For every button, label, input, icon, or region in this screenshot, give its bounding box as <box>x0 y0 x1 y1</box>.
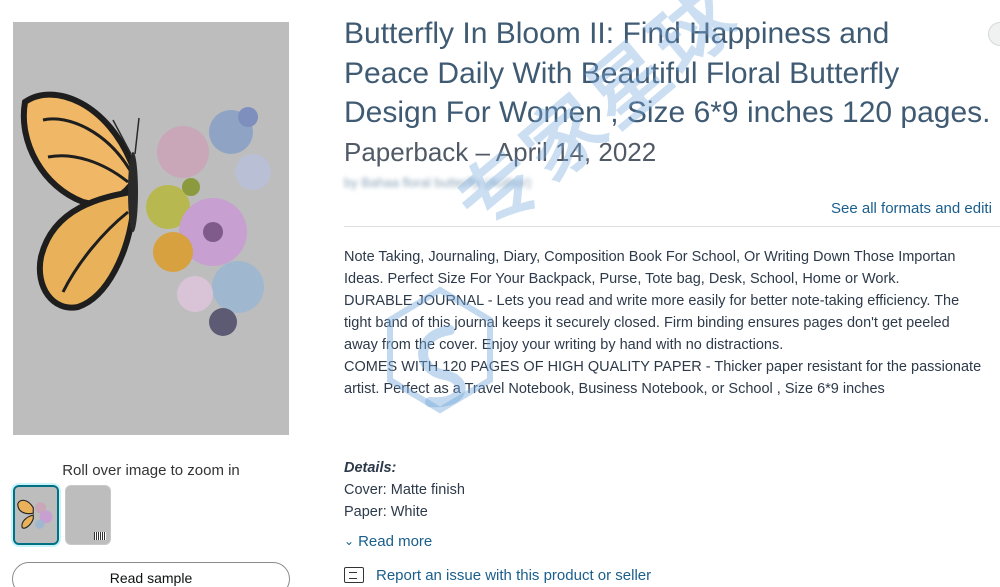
report-label: Report an issue with this product or sel… <box>376 567 652 584</box>
product-description: Note Taking, Journaling, Diary, Composit… <box>344 246 1000 400</box>
read-more-link[interactable]: ⌄ Read more <box>344 533 432 550</box>
report-flag-icon <box>344 567 364 583</box>
details-heading: Details: <box>344 460 397 476</box>
product-title: Butterfly In Bloom II: Find Happiness an… <box>344 14 1000 133</box>
description-line: COMES WITH 120 PAGES OF HIGH QUALITY PAP… <box>344 359 982 375</box>
title-line: Peace Daily With Beautiful Floral Butter… <box>344 56 900 90</box>
format-and-date: Paperback – April 14, 2022 <box>344 137 657 167</box>
description-line: artist. Perfect as a Travel Notebook, Bu… <box>344 381 885 397</box>
barcode-icon <box>94 532 106 540</box>
description-line: away from the cover. Enjoy your writing … <box>344 337 784 353</box>
title-line: Butterfly In Bloom II: Find Happiness an… <box>344 17 890 50</box>
description-line: Ideas. Perfect Size For Your Backpack, P… <box>344 271 900 287</box>
butterfly-cover-illustration <box>13 22 289 435</box>
description-line: tight band of this journal keeps it secu… <box>344 315 950 331</box>
description-line: DURABLE JOURNAL - Lets you read and writ… <box>344 293 960 309</box>
read-sample-button[interactable]: Read sample <box>12 562 290 587</box>
thumbnail-cover[interactable] <box>13 485 59 545</box>
title-line: Design For Women , Size 6*9 inches 120 p… <box>344 96 991 129</box>
product-main-image[interactable] <box>13 22 289 435</box>
thumbnail-back-cover[interactable] <box>65 485 111 545</box>
zoom-hint: Roll over image to zoom in <box>62 462 240 479</box>
report-issue-link[interactable]: Report an issue with this product or sel… <box>344 567 651 584</box>
see-all-formats-link[interactable]: See all formats and editi <box>831 200 992 217</box>
divider <box>344 226 1000 227</box>
detail-cover: Cover: Matte finish <box>344 482 465 498</box>
read-more-label: Read more <box>358 533 433 550</box>
description-line: Note Taking, Journaling, Diary, Composit… <box>344 249 956 265</box>
author-byline[interactable]: by Bahaa floral butterfly (Author) <box>344 175 531 190</box>
chevron-down-icon: ⌄ <box>344 534 355 548</box>
detail-paper: Paper: White <box>344 504 428 520</box>
butterfly-thumb-icon <box>15 487 57 543</box>
